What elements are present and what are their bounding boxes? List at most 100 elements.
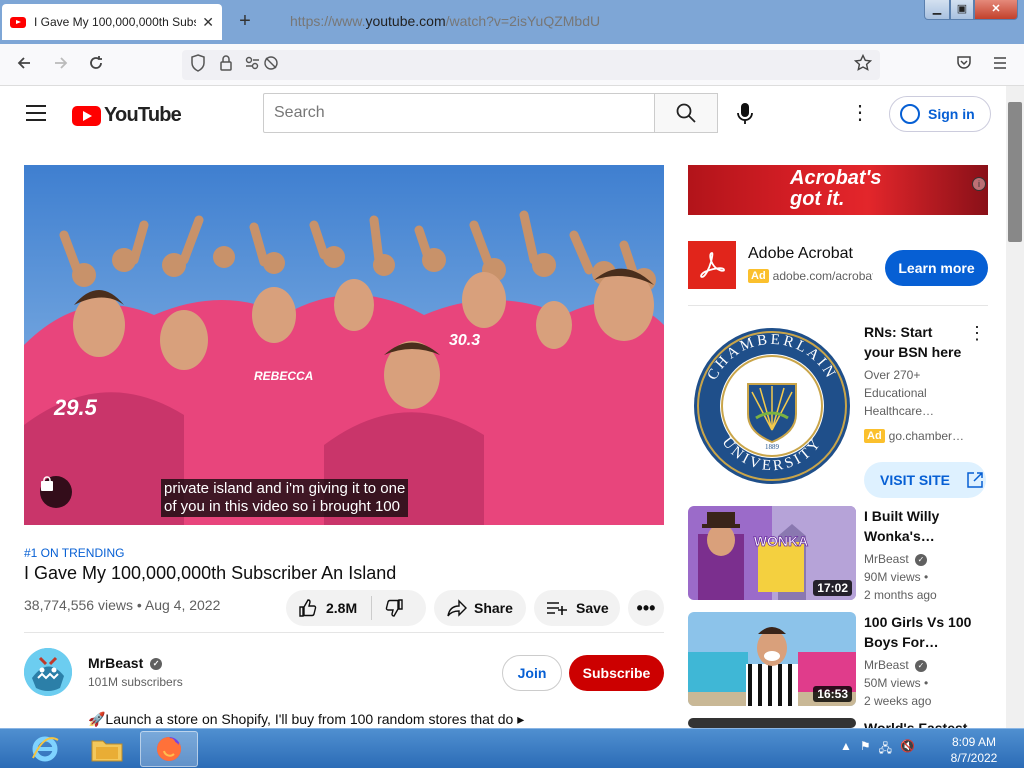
- pocket-icon[interactable]: [952, 54, 976, 75]
- external-link-icon: [967, 472, 983, 488]
- guide-menu-icon[interactable]: [26, 105, 46, 121]
- minimize-button[interactable]: ▁: [924, 0, 950, 20]
- firefox-taskbar-icon[interactable]: [140, 731, 198, 767]
- more-actions-button[interactable]: •••: [628, 590, 664, 626]
- related-video-title[interactable]: World's Fastest: [864, 718, 974, 728]
- new-tab-button[interactable]: +: [234, 10, 256, 33]
- verified-check-icon: ✓: [915, 659, 928, 672]
- close-tab-icon[interactable]: ✕: [202, 14, 214, 31]
- url-bar[interactable]: [182, 50, 880, 80]
- youtube-favicon-icon: [10, 16, 26, 28]
- network-icon[interactable]: 🖧: [879, 739, 892, 760]
- file-explorer-icon[interactable]: [78, 731, 136, 767]
- ad-source-url: adobe.com/acrobat: [772, 269, 873, 283]
- search-placeholder: Search: [274, 104, 325, 121]
- trending-badge[interactable]: #1 ON TRENDING: [24, 546, 124, 560]
- app-menu-icon[interactable]: [988, 54, 1012, 75]
- svg-text:30.3: 30.3: [449, 332, 480, 349]
- youtube-play-icon: [72, 105, 101, 126]
- system-tray: ▲ ⚑ 🖧 🔇: [840, 739, 915, 760]
- channel-name[interactable]: MrBeast ✓: [88, 655, 163, 671]
- visit-site-button[interactable]: VISIT SITE: [864, 462, 986, 498]
- maximize-button[interactable]: ▣: [950, 0, 974, 20]
- related-thumbnail[interactable]: [688, 718, 856, 728]
- microphone-icon: [737, 103, 753, 124]
- ad-source-url: go.chamber…: [888, 429, 965, 443]
- visit-site-label: VISIT SITE: [880, 472, 951, 488]
- related-video-channel[interactable]: MrBeast ✓: [864, 550, 984, 568]
- video-shop-icon[interactable]: [40, 476, 72, 508]
- video-frame-image: 29.5 30.3 REBECCA: [24, 165, 664, 525]
- video-player[interactable]: 29.5 30.3 REBECCA: [24, 165, 664, 525]
- banner-line-1: Acrobat's: [790, 167, 882, 189]
- video-meta: 38,774,556 views • Aug 4, 2022: [24, 597, 221, 613]
- close-window-button[interactable]: ✕: [974, 0, 1018, 20]
- share-button[interactable]: Share: [434, 590, 526, 626]
- like-count: 2.8M: [326, 600, 358, 616]
- acrobat-logo-icon[interactable]: [688, 241, 736, 289]
- save-label: Save: [576, 600, 609, 616]
- chamberlain-ad-source: Ad go.chamber…: [864, 429, 964, 443]
- permissions-icon[interactable]: [243, 54, 279, 77]
- related-thumbnail[interactable]: 16:53: [688, 612, 856, 706]
- ad-info-icon[interactable]: i: [972, 177, 986, 191]
- search-button[interactable]: [654, 93, 718, 133]
- svg-text:29.5: 29.5: [53, 395, 98, 420]
- chamberlain-ad-title[interactable]: RNs: Start your BSN here: [864, 322, 964, 362]
- sign-in-button[interactable]: Sign in: [889, 96, 991, 132]
- related-video-title[interactable]: 100 Girls Vs 100 Boys For…: [864, 612, 974, 652]
- channel-avatar[interactable]: [24, 648, 72, 696]
- back-icon[interactable]: [12, 54, 36, 77]
- volume-muted-icon[interactable]: 🔇: [900, 739, 915, 760]
- ad-title[interactable]: Adobe Acrobat: [748, 245, 853, 263]
- internet-explorer-icon[interactable]: [16, 731, 74, 767]
- related-video-views: 90M views •: [864, 570, 929, 584]
- logo-wordmark: YouTube: [104, 104, 182, 126]
- lock-icon[interactable]: [214, 54, 238, 77]
- url-path: /watch?v=2isYuQZMbdU: [445, 13, 601, 29]
- learn-more-button[interactable]: Learn more: [885, 250, 988, 286]
- tab-title: I Gave My 100,000,000th Subscr: [34, 15, 197, 29]
- save-button[interactable]: Save: [534, 590, 620, 626]
- action-center-flag-icon[interactable]: ⚑: [860, 739, 871, 760]
- thumbs-down-icon[interactable]: [384, 598, 404, 618]
- shield-icon[interactable]: [186, 54, 210, 77]
- url-text[interactable]: https://www.youtube.com/watch?v=2isYuQZM…: [290, 13, 600, 29]
- share-label: Share: [474, 600, 513, 616]
- chamberlain-ad-description: Over 270+ Educational Healthcare…: [864, 368, 935, 418]
- svg-text:REBECCA: REBECCA: [254, 369, 313, 383]
- voice-search-button[interactable]: [728, 97, 762, 131]
- related-video-title[interactable]: I Built Willy Wonka's…: [864, 506, 974, 546]
- scrollbar-thumb[interactable]: [1008, 102, 1022, 242]
- windows-taskbar: ▲ ⚑ 🖧 🔇 8:09 AM 8/7/2022: [0, 728, 1024, 768]
- url-prefix: https://www.: [290, 13, 366, 29]
- search-input[interactable]: Search: [263, 93, 655, 133]
- page-scrollbar[interactable]: [1006, 86, 1024, 728]
- ad-source: Ad adobe.com/acrobat: [748, 269, 873, 283]
- ad-menu-icon[interactable]: ⋮: [968, 322, 986, 344]
- taskbar-clock[interactable]: 8:09 AM 8/7/2022: [944, 734, 1004, 766]
- svg-text:WONKA: WONKA: [754, 533, 808, 549]
- related-thumbnail[interactable]: WONKA 17:02: [688, 506, 856, 600]
- browser-tab[interactable]: I Gave My 100,000,000th Subscr ✕: [2, 4, 222, 40]
- related-video-age: 2 weeks ago: [864, 694, 932, 708]
- video-description[interactable]: 🚀Launch a store on Shopify, I'll buy fro…: [88, 711, 524, 728]
- caption-line-2: of you in this video so i brought 100: [164, 498, 400, 515]
- related-video-views: 50M views •: [864, 676, 929, 690]
- chamberlain-ad-image[interactable]: 1889 CHAMBERLAIN UNIVERSITY: [688, 322, 856, 490]
- subscribe-button[interactable]: Subscribe: [569, 655, 664, 691]
- settings-more-icon[interactable]: ⋮: [850, 100, 870, 128]
- join-button[interactable]: Join: [502, 655, 562, 691]
- clock-time: 8:09 AM: [951, 735, 997, 749]
- ad-badge: Ad: [864, 429, 885, 443]
- reload-icon[interactable]: [84, 54, 108, 77]
- youtube-logo[interactable]: YouTube: [72, 104, 182, 127]
- like-dislike-button[interactable]: 2.8M: [286, 590, 426, 626]
- show-hidden-icons-icon[interactable]: ▲: [840, 739, 852, 760]
- related-video-channel[interactable]: MrBeast ✓: [864, 656, 984, 674]
- thumbs-up-icon[interactable]: [298, 598, 318, 618]
- bookmark-star-icon[interactable]: [851, 53, 875, 77]
- forward-icon[interactable]: [49, 54, 73, 77]
- video-caption: private island and i'm giving it to one …: [161, 479, 409, 517]
- acrobat-banner-ad[interactable]: Acrobat's got it. i: [688, 165, 988, 215]
